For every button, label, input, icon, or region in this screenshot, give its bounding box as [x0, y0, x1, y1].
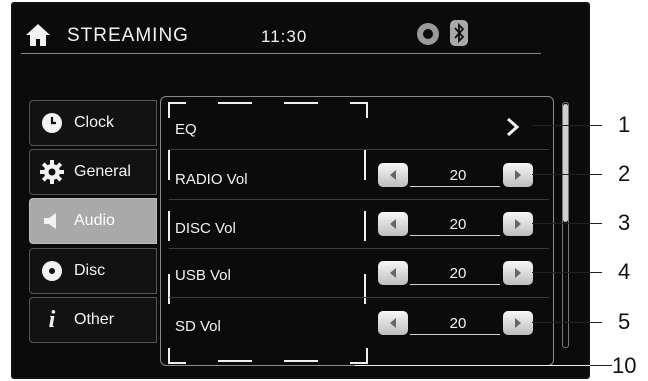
radio-vol-decrease-button[interactable]	[378, 163, 408, 187]
radio-vol-value: 20	[449, 167, 467, 184]
frame-dash	[284, 360, 318, 362]
frame-dash	[284, 102, 318, 104]
frame-corner-bl	[168, 348, 186, 364]
clock-icon	[37, 108, 67, 138]
callout-number-4: 4	[618, 259, 631, 284]
callout-number-5: 5	[618, 309, 631, 334]
tab-other-label: Other	[74, 311, 115, 328]
home-icon[interactable]	[25, 23, 51, 47]
disc-vol-decrease-button[interactable]	[378, 212, 408, 236]
callout-line-10	[355, 365, 605, 366]
speaker-icon	[37, 206, 67, 236]
usb-vol-decrease-button[interactable]	[378, 261, 408, 285]
frame-corner-tl	[168, 102, 186, 118]
disc-vol-increase-button[interactable]	[503, 212, 533, 236]
frame-dash	[364, 274, 366, 304]
disc-vol-label: DISC Vol	[175, 220, 236, 237]
tab-general-label: General	[74, 163, 131, 180]
header-divider	[21, 53, 541, 54]
radio-vol-level	[410, 186, 500, 187]
usb-vol-level	[410, 284, 500, 285]
sd-vol-label: SD Vol	[175, 318, 221, 335]
usb-vol-label: USB Vol	[175, 267, 231, 284]
disc-vol-level	[410, 235, 500, 236]
radio-vol-increase-button[interactable]	[503, 163, 533, 187]
callout-line-5	[532, 322, 602, 323]
radio-vol-label: RADIO Vol	[175, 171, 248, 188]
clock-time: 11:30	[261, 27, 308, 46]
tab-clock-label: Clock	[74, 114, 115, 131]
frame-corner-tr	[350, 102, 368, 118]
row-divider	[169, 248, 549, 249]
callout-line-2	[532, 174, 602, 175]
tab-general[interactable]: General	[29, 149, 157, 195]
frame-dash	[168, 274, 170, 304]
frame-dash	[218, 102, 252, 104]
row-divider	[169, 199, 549, 200]
callout-number-10: 10	[612, 353, 637, 378]
info-icon: i	[48, 306, 56, 333]
usb-vol-increase-button[interactable]	[503, 261, 533, 285]
tab-audio[interactable]: Audio	[29, 198, 157, 244]
usb-vol-value: 20	[449, 265, 467, 282]
callout-line-1	[532, 125, 602, 126]
row-divider	[169, 149, 549, 150]
tab-disc[interactable]: Disc	[29, 248, 157, 294]
callout-number-3: 3	[618, 210, 631, 235]
tab-other[interactable]: i Other	[29, 297, 157, 343]
sd-vol-increase-button[interactable]	[503, 311, 533, 335]
head-unit-screen: STREAMING 11:30 Clock General Audio Disc…	[11, 2, 590, 379]
sd-vol-level	[410, 334, 500, 335]
bluetooth-icon	[450, 20, 468, 46]
gear-icon	[37, 157, 67, 187]
disc-vol-value: 20	[449, 216, 467, 233]
frame-dash	[218, 360, 252, 362]
callout-line-10-ext	[590, 365, 612, 366]
screen-title: STREAMING	[67, 25, 189, 46]
frame-corner-br	[350, 348, 368, 364]
frame-dash	[364, 150, 366, 180]
disc-icon	[37, 256, 67, 286]
tab-clock[interactable]: Clock	[29, 100, 157, 146]
chevron-right-icon[interactable]	[505, 116, 521, 138]
row-divider	[169, 297, 549, 298]
frame-dash	[168, 211, 170, 241]
frame-dash	[168, 150, 170, 180]
callout-number-1: 1	[618, 112, 631, 137]
eq-label[interactable]: EQ	[175, 121, 197, 138]
callout-line-3	[532, 223, 602, 224]
callout-number-2: 2	[618, 161, 631, 186]
sd-vol-decrease-button[interactable]	[378, 311, 408, 335]
tab-audio-label: Audio	[74, 212, 115, 229]
scrollbar-thumb[interactable]	[563, 104, 568, 222]
sd-vol-value: 20	[449, 315, 467, 332]
disc-status-icon	[417, 23, 439, 45]
frame-dash	[364, 211, 366, 241]
callout-line-4	[532, 272, 602, 273]
tab-disc-label: Disc	[74, 262, 106, 279]
